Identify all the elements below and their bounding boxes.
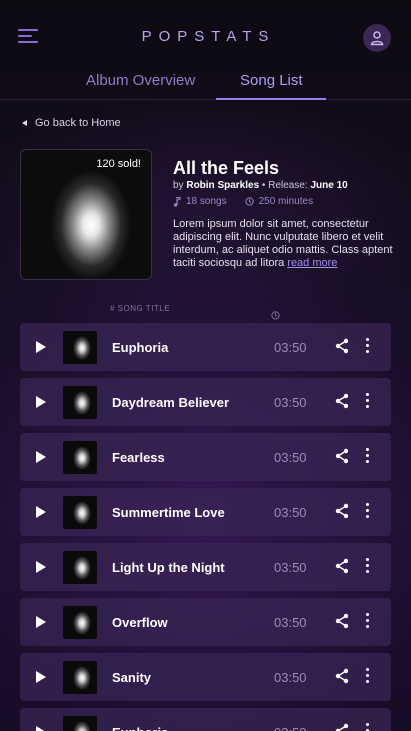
album-cover: 120 sold! (20, 149, 152, 280)
share-icon[interactable] (334, 558, 350, 579)
album-stats: 18 songs 250 minutes (173, 196, 331, 207)
song-row[interactable]: Overflow 03:50 (20, 598, 391, 646)
song-title: Daydream Believer (112, 395, 230, 410)
app-header: POPSTATS (0, 0, 411, 60)
more-options-icon[interactable] (366, 613, 370, 629)
song-duration: 03:50 (274, 450, 307, 465)
play-icon[interactable] (36, 726, 46, 731)
song-thumbnail (63, 716, 97, 731)
song-thumbnail (63, 606, 97, 639)
song-duration: 03:50 (274, 340, 307, 355)
song-title-column-header: # SONG TITLE (110, 304, 171, 313)
song-row[interactable]: Fearless 03:50 (20, 433, 391, 481)
play-icon[interactable] (36, 561, 46, 573)
song-title: Sanity (112, 670, 152, 685)
song-duration: 03:50 (274, 670, 307, 685)
song-duration: 03:50 (274, 560, 307, 575)
more-options-icon[interactable] (366, 448, 370, 464)
song-count: 18 songs (186, 196, 227, 207)
song-title: Euphoria (112, 725, 168, 731)
song-row[interactable]: Sanity 03:50 (20, 653, 391, 701)
play-icon[interactable] (36, 616, 46, 628)
clock-icon (244, 197, 254, 206)
more-options-icon[interactable] (366, 338, 370, 354)
sold-badge: 120 sold! (96, 158, 141, 170)
share-icon[interactable] (334, 448, 350, 469)
user-icon[interactable] (363, 24, 391, 52)
song-title: Summertime Love (112, 505, 225, 520)
song-duration: 03:50 (274, 615, 307, 630)
play-icon[interactable] (36, 451, 46, 463)
song-row[interactable]: Euphoria 03:50 (20, 708, 391, 731)
album-title: All the Feels (173, 158, 280, 178)
song-title: Overflow (112, 615, 168, 630)
more-options-icon[interactable] (366, 503, 370, 519)
song-thumbnail (63, 551, 97, 584)
song-duration: 03:50 (274, 725, 307, 731)
read-more-link[interactable]: read more (287, 257, 337, 269)
brand-logo: POPSTATS (141, 28, 276, 45)
song-title: Light Up the Night (112, 560, 225, 575)
song-row[interactable]: Light Up the Night 03:50 (20, 543, 391, 591)
song-row[interactable]: Summertime Love 03:50 (20, 488, 391, 536)
song-thumbnail (63, 661, 97, 694)
song-thumbnail (63, 496, 97, 529)
share-icon[interactable] (334, 338, 350, 359)
music-note-icon (173, 196, 181, 207)
song-title: Fearless (112, 450, 165, 465)
play-icon[interactable] (36, 341, 46, 353)
description-text: Lorem ipsum dolor sit amet, consectetur … (173, 218, 393, 269)
more-options-icon[interactable] (366, 723, 370, 731)
song-thumbnail (63, 386, 97, 419)
more-options-icon[interactable] (366, 393, 370, 409)
play-icon[interactable] (36, 671, 46, 683)
app-root: POPSTATS Album Overview Song List Go bac… (0, 0, 411, 731)
play-icon[interactable] (36, 506, 46, 518)
share-icon[interactable] (334, 723, 350, 731)
album-duration: 250 minutes (258, 196, 314, 207)
song-row[interactable]: Daydream Believer 03:50 (20, 378, 391, 426)
by-prefix: by (173, 180, 184, 191)
album-meta: by Robin Sparkles • Release: June 10 (173, 180, 348, 191)
artist-name: Robin Sparkles (186, 180, 260, 191)
back-home-link[interactable]: Go back to Home (22, 117, 121, 129)
song-thumbnail (63, 331, 97, 364)
share-icon[interactable] (334, 393, 350, 414)
tab-song-list[interactable]: Song List (240, 72, 303, 89)
more-options-icon[interactable] (366, 558, 370, 574)
back-arrow-icon (22, 120, 27, 126)
tab-album-overview[interactable]: Album Overview (86, 72, 195, 89)
share-icon[interactable] (334, 503, 350, 524)
more-options-icon[interactable] (366, 668, 370, 684)
release-label: Release: (268, 180, 308, 191)
play-icon[interactable] (36, 396, 46, 408)
song-duration: 03:50 (274, 505, 307, 520)
share-icon[interactable] (334, 668, 350, 689)
active-tab-indicator (216, 98, 326, 100)
album-description: Lorem ipsum dolor sit amet, consectetur … (173, 218, 393, 270)
release-date: June 10 (310, 180, 348, 191)
tab-bar: Album Overview Song List (0, 60, 411, 100)
back-home-label: Go back to Home (35, 117, 121, 129)
song-row[interactable]: Euphoria 03:50 (20, 323, 391, 371)
song-title: Euphoria (112, 340, 169, 355)
song-duration: 03:50 (274, 395, 307, 410)
share-icon[interactable] (334, 613, 350, 634)
song-thumbnail (63, 441, 97, 474)
